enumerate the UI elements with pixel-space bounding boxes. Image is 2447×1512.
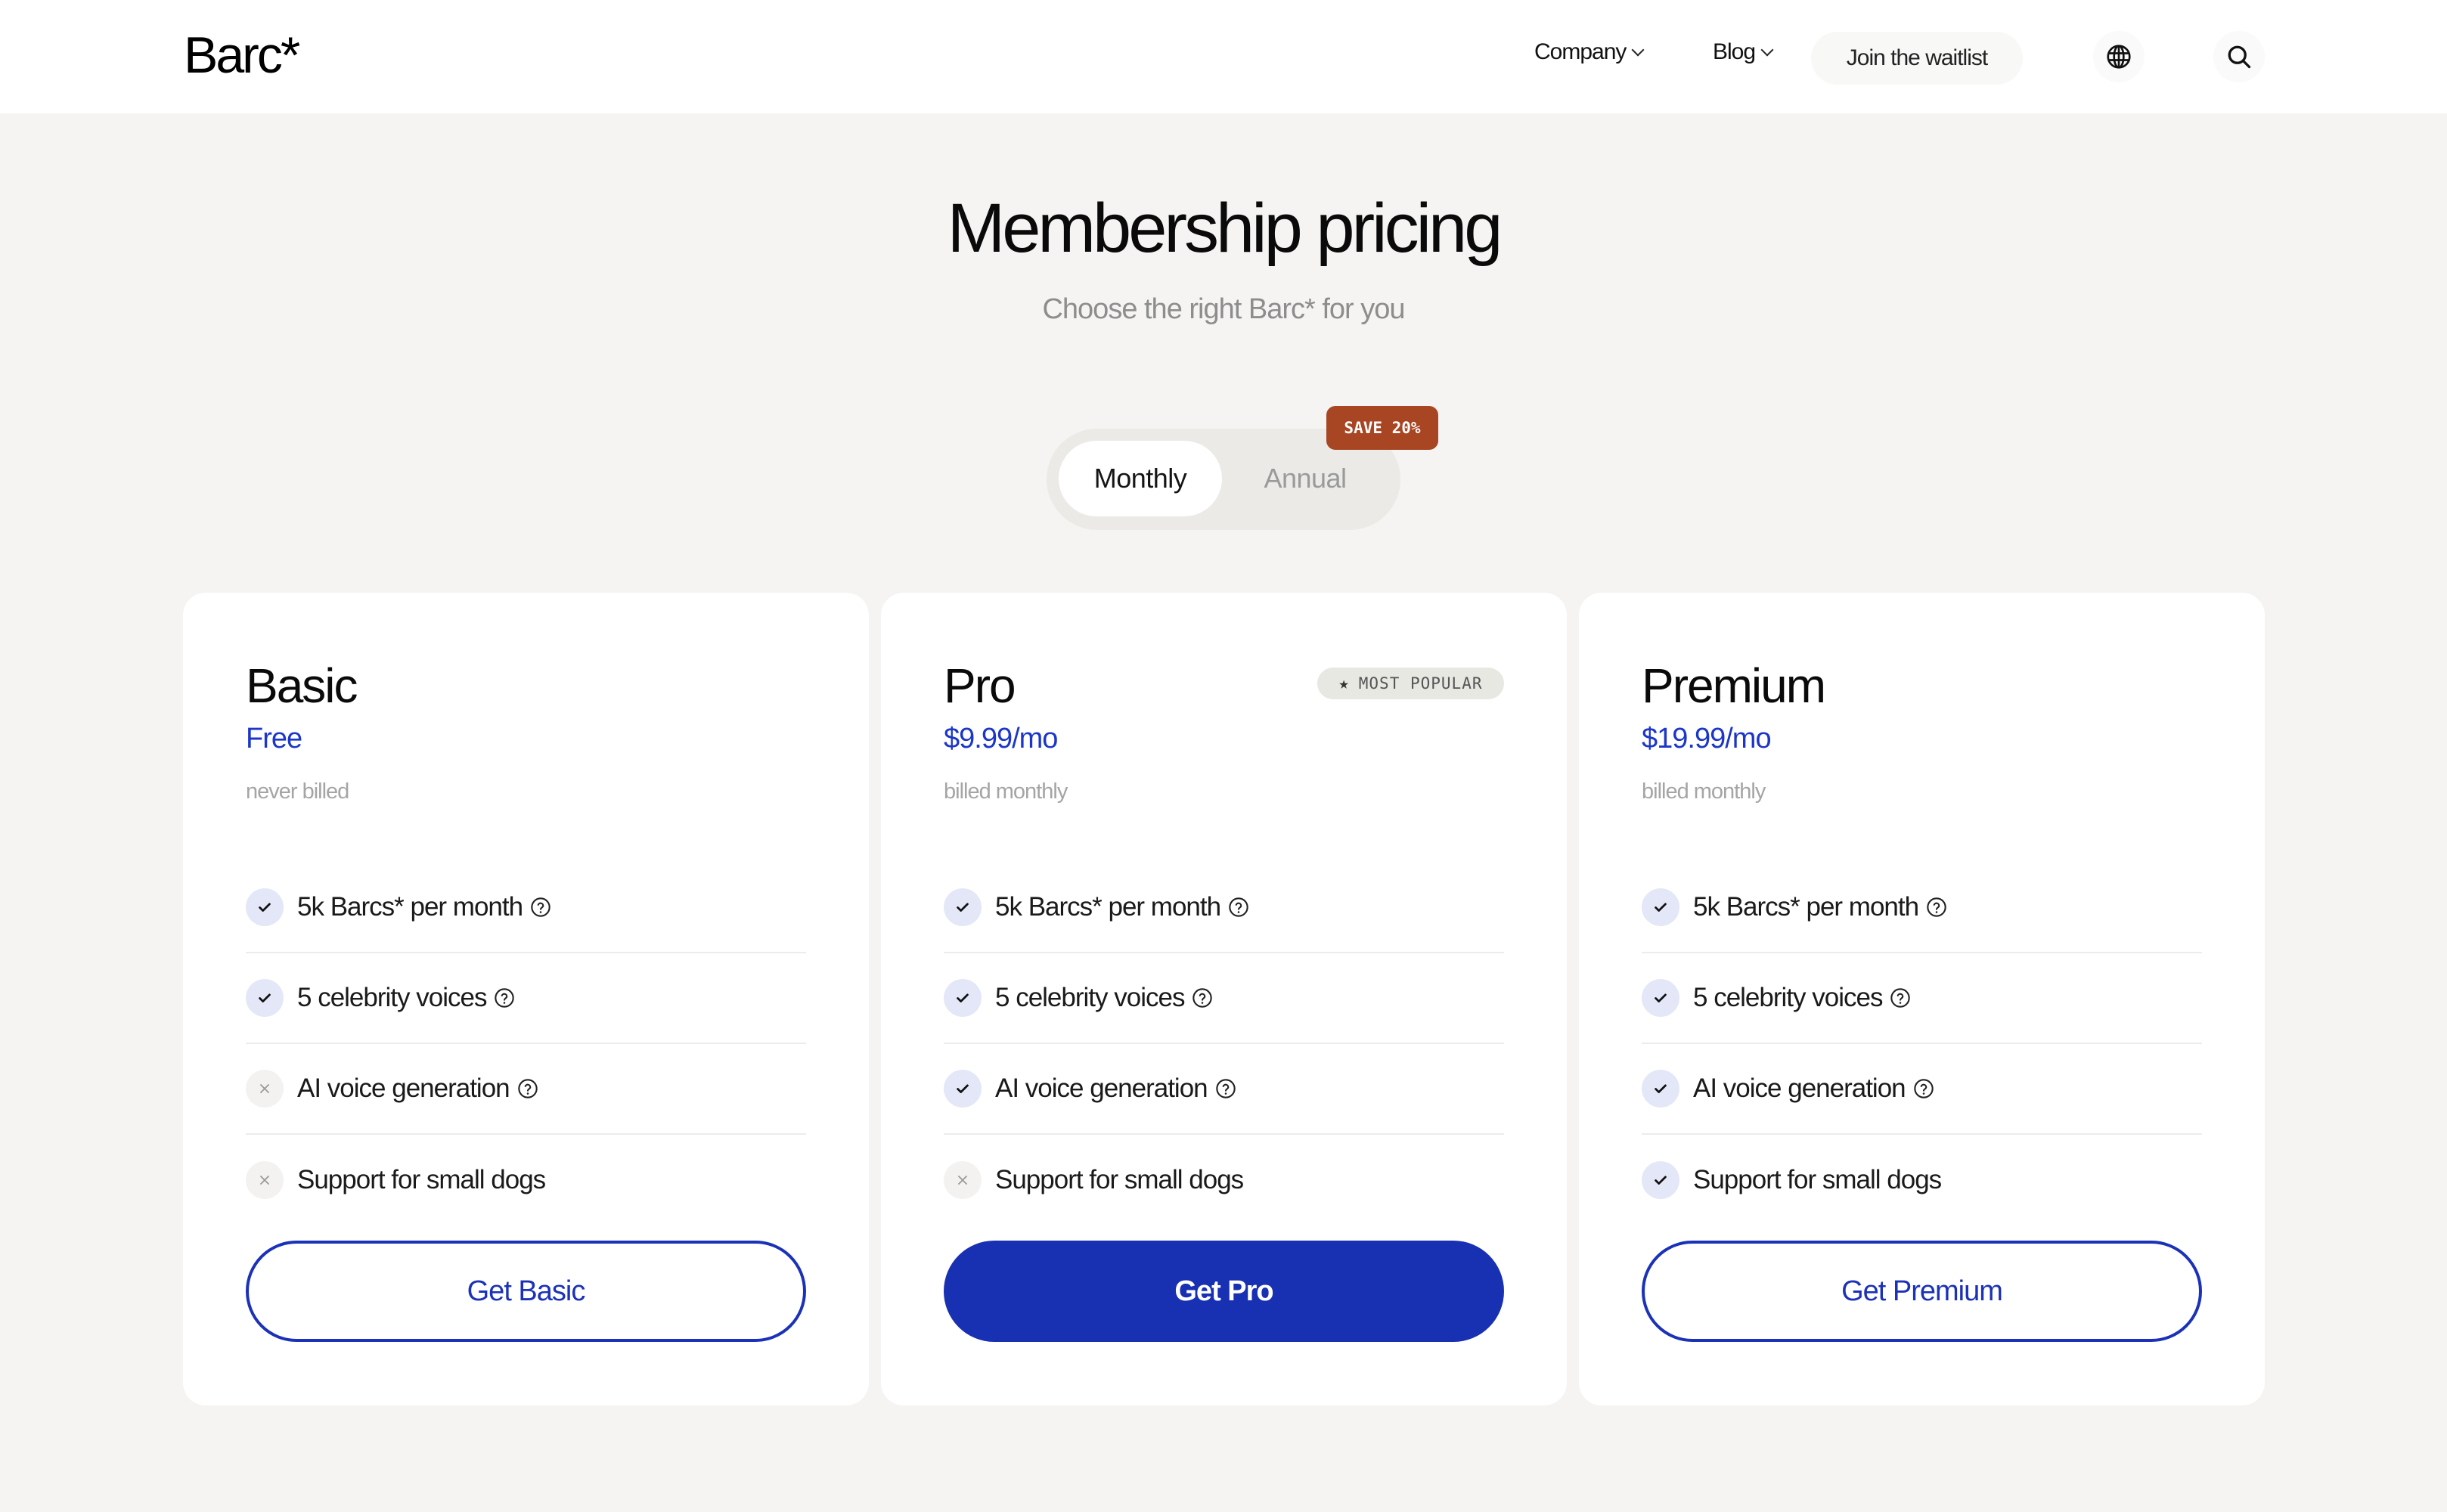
feature-label: 5k Barcs* per month <box>297 892 523 922</box>
check-icon <box>259 993 271 1002</box>
help-circle-icon[interactable] <box>1913 1078 1934 1099</box>
plan-billing-note: billed monthly <box>944 779 1068 804</box>
feature-item: Support for small dogs <box>246 1135 806 1225</box>
help-circle-icon[interactable] <box>1215 1078 1236 1099</box>
save-badge: SAVE 20% <box>1326 406 1438 450</box>
included-indicator <box>1642 979 1679 1017</box>
plan-card-premium: Premium $19.99/mo billed monthly 5k Barc… <box>1579 593 2265 1405</box>
feature-label: Support for small dogs <box>297 1165 546 1194</box>
check-icon <box>1655 903 1667 912</box>
included-indicator <box>1642 1070 1679 1108</box>
get-basic-button[interactable]: Get Basic <box>246 1241 806 1342</box>
feature-list: 5k Barcs* per month 5 celebrity voices AI … <box>246 863 806 1225</box>
feature-item: Support for small dogs <box>1642 1135 2202 1225</box>
feature-item: 5k Barcs* per month <box>246 863 806 953</box>
plan-billing-note: never billed <box>246 779 349 804</box>
feature-label: 5 celebrity voices <box>1693 983 1883 1012</box>
chevron-down-icon <box>1760 43 1774 57</box>
toggle-monthly[interactable]: Monthly <box>1059 441 1222 516</box>
feature-label: Support for small dogs <box>995 1165 1244 1194</box>
excluded-indicator <box>944 1161 982 1199</box>
site-header: Barc* Company Blog Join the waitlist <box>0 0 2447 113</box>
plan-billing-note: billed monthly <box>1642 779 1766 804</box>
plan-price: Free <box>246 723 302 754</box>
feature-item: 5k Barcs* per month <box>944 863 1504 953</box>
language-button[interactable] <box>2093 31 2145 82</box>
included-indicator <box>246 979 284 1017</box>
plan-card-pro: Pro $9.99/mo billed monthly 5k Barcs* pe… <box>881 593 1567 1405</box>
excluded-indicator <box>246 1070 284 1108</box>
included-indicator <box>944 888 982 926</box>
feature-list: 5k Barcs* per month 5 celebrity voices AI … <box>944 863 1504 1225</box>
plan-name: Premium <box>1642 658 1826 713</box>
feature-item: AI voice generation <box>1642 1044 2202 1135</box>
help-circle-icon[interactable] <box>1192 987 1213 1009</box>
plan-name: Pro <box>944 658 1016 713</box>
check-icon <box>957 1084 969 1093</box>
feature-label: 5k Barcs* per month <box>1693 892 1919 922</box>
nav-blog-label: Blog <box>1713 39 1756 64</box>
included-indicator <box>1642 1161 1679 1199</box>
plan-name: Basic <box>246 658 358 713</box>
x-icon <box>260 1176 269 1185</box>
feature-item: AI voice generation <box>944 1044 1504 1135</box>
help-circle-icon[interactable] <box>1890 987 1911 1009</box>
included-indicator <box>246 888 284 926</box>
included-indicator <box>944 979 982 1017</box>
nav-company-menu[interactable]: Company <box>1534 39 1645 65</box>
check-icon <box>957 903 969 912</box>
included-indicator <box>944 1070 982 1108</box>
plan-price: $9.99/mo <box>944 723 1058 754</box>
feature-label: Support for small dogs <box>1693 1165 1942 1194</box>
feature-list: 5k Barcs* per month 5 celebrity voices AI … <box>1642 863 2202 1225</box>
star-icon: ★ <box>1338 674 1350 693</box>
feature-item: 5 celebrity voices <box>944 953 1504 1044</box>
help-circle-icon[interactable] <box>494 987 515 1009</box>
nav-blog-menu[interactable]: Blog <box>1713 39 1774 65</box>
help-circle-icon[interactable] <box>530 897 551 918</box>
feature-item: AI voice generation <box>246 1044 806 1135</box>
feature-label: AI voice generation <box>995 1074 1208 1103</box>
help-circle-icon[interactable] <box>517 1078 538 1099</box>
feature-label: 5 celebrity voices <box>297 983 487 1012</box>
feature-label: 5k Barcs* per month <box>995 892 1221 922</box>
check-icon <box>1655 993 1667 1002</box>
plan-card-basic: Basic Free never billed 5k Barcs* per mo… <box>183 593 869 1405</box>
chevron-down-icon <box>1631 43 1645 57</box>
x-icon <box>958 1176 967 1185</box>
plan-price: $19.99/mo <box>1642 723 1772 754</box>
globe-icon <box>2107 45 2131 69</box>
badge-label: MOST POPULAR <box>1358 674 1483 692</box>
check-icon <box>1655 1084 1667 1093</box>
logo[interactable]: Barc* <box>184 26 300 85</box>
feature-label: AI voice generation <box>1693 1074 1906 1103</box>
check-icon <box>957 993 969 1002</box>
get-pro-button[interactable]: Get Pro <box>944 1241 1504 1342</box>
nav-company-label: Company <box>1534 39 1627 64</box>
check-icon <box>259 903 271 912</box>
help-circle-icon[interactable] <box>1228 897 1249 918</box>
join-waitlist-button[interactable]: Join the waitlist <box>1811 32 2023 85</box>
feature-label: 5 celebrity voices <box>995 983 1185 1012</box>
page-subtitle: Choose the right Barc* for you <box>1042 293 1405 325</box>
x-icon <box>260 1084 269 1093</box>
toggle-annual[interactable]: Annual <box>1222 441 1388 516</box>
feature-label: AI voice generation <box>297 1074 510 1103</box>
most-popular-badge: ★ MOST POPULAR <box>1317 668 1504 699</box>
feature-item: 5 celebrity voices <box>246 953 806 1044</box>
check-icon <box>1655 1176 1667 1185</box>
page-title: Membership pricing <box>947 190 1503 267</box>
feature-item: Support for small dogs <box>944 1135 1504 1225</box>
help-circle-icon[interactable] <box>1926 897 1947 918</box>
feature-item: 5 celebrity voices <box>1642 953 2202 1044</box>
search-button[interactable] <box>2213 31 2265 82</box>
excluded-indicator <box>246 1161 284 1199</box>
get-premium-button[interactable]: Get Premium <box>1642 1241 2202 1342</box>
search-icon <box>2228 45 2251 69</box>
included-indicator <box>1642 888 1679 926</box>
feature-item: 5k Barcs* per month <box>1642 863 2202 953</box>
